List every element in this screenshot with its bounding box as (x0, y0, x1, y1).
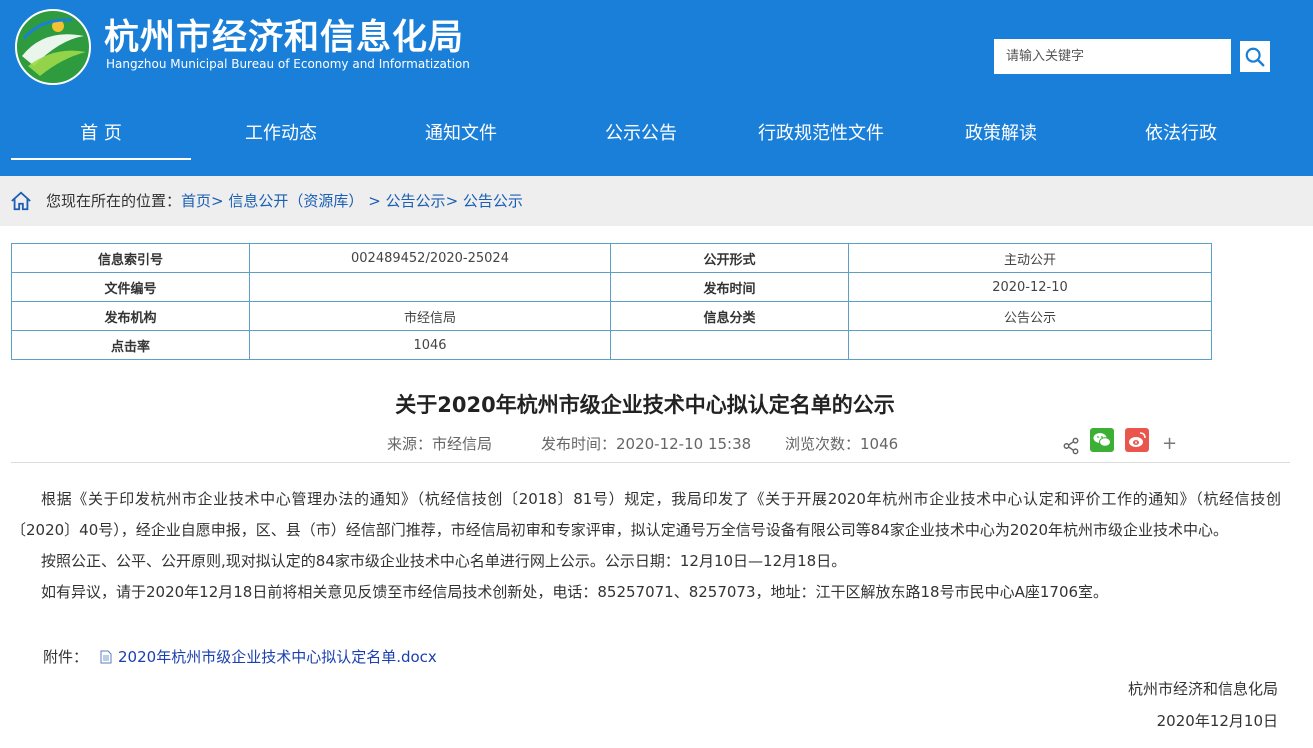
article-publish-time: 发布时间：2020-12-10 15:38 (541, 435, 752, 453)
category-label: 信息分类 (610, 301, 849, 331)
wechat-glyph (1093, 433, 1111, 447)
nav-item-notices[interactable]: 通知文件 (371, 110, 551, 162)
nav-item-law-administration[interactable]: 依法行政 (1091, 110, 1271, 162)
pub-time-label: 发布时间 (610, 272, 849, 302)
table-row: 点击率 1046 (11, 330, 1212, 360)
home-icon (11, 191, 31, 211)
nav-item-regulations[interactable]: 行政规范性文件 (731, 110, 911, 162)
search-icon (1245, 47, 1265, 66)
site-header: 杭州市经济和信息化局 Hangzhou Municipal Bureau of … (0, 0, 1313, 176)
nav-item-policy-interpretation[interactable]: 政策解读 (911, 110, 1091, 162)
signature-date: 2020年12月10日 (1156, 712, 1278, 730)
index-value: 002489452/2020-25024 (249, 243, 611, 273)
breadcrumb-link-home[interactable]: 首页 (181, 192, 211, 210)
search-input[interactable] (994, 39, 1231, 74)
doc-no-value (249, 272, 611, 302)
form-label: 公开形式 (610, 243, 849, 273)
search-button[interactable] (1236, 37, 1274, 76)
article-body: 根据《关于印发杭州市企业技术中心管理办法的通知》（杭经信技创〔2018〕81号）… (11, 484, 1281, 608)
article-views: 浏览次数：1046 (785, 435, 899, 453)
empty-cell (848, 330, 1212, 360)
attachment-link[interactable]: 2020年杭州市级企业技术中心拟认定名单.docx (118, 645, 437, 669)
breadcrumb-link-info-public[interactable]: 信息公开（资源库） (228, 192, 363, 210)
table-row: 信息索引号 002489452/2020-25024 公开形式 主动公开 (11, 243, 1212, 273)
wechat-icon[interactable] (1090, 428, 1114, 452)
weibo-glyph (1129, 432, 1146, 447)
attachment-row: 附件： 2020年杭州市级企业技术中心拟认定名单.docx (43, 645, 437, 669)
breadcrumb-link-announcements[interactable]: 公告公示 (386, 192, 446, 210)
breadcrumb-prefix: 您现在所在的位置： (46, 192, 182, 210)
search-button-frame[interactable] (1238, 39, 1272, 74)
clicks-label: 点击率 (11, 330, 250, 360)
breadcrumb-separator: > (445, 192, 459, 210)
article-title: 关于2020年杭州市级企业技术中心拟认定名单的公示 (395, 393, 895, 417)
divider (11, 462, 1290, 463)
doc-no-label: 文件编号 (11, 272, 250, 302)
site-subtitle: Hangzhou Municipal Bureau of Economy and… (106, 57, 470, 71)
signature-org: 杭州市经济和信息化局 (1127, 680, 1278, 698)
breadcrumb-separator: > (211, 192, 224, 210)
nav-item-announcements[interactable]: 公示公告 (551, 110, 731, 162)
clicks-value: 1046 (249, 330, 611, 360)
breadcrumb: 您现在所在的位置：首页> 信息公开（资源库） > 公告公示> 公告公示 (46, 190, 523, 212)
nav-item-home[interactable]: 首 页 (11, 110, 191, 162)
nav-item-work-news[interactable]: 工作动态 (191, 110, 371, 162)
org-label: 发布机构 (11, 301, 250, 331)
index-label: 信息索引号 (11, 243, 250, 273)
paragraph: 根据《关于印发杭州市企业技术中心管理办法的通知》（杭经信技创〔2018〕81号）… (11, 490, 1281, 539)
share-icon[interactable] (1062, 437, 1080, 455)
empty-cell (610, 330, 849, 360)
breadcrumb-separator: > (368, 192, 381, 210)
paragraph: 按照公正、公平、公开原则,现对拟认定的84家市级企业技术中心名单进行网上公示。公… (41, 552, 847, 570)
org-value: 市经信局 (249, 301, 611, 331)
more-share-icon[interactable]: + (1162, 433, 1177, 455)
paragraph: 如有异议，请于2020年12月18日前将相关意见反馈至市经信局技术创新处，电话：… (41, 583, 1109, 601)
hangzhou-bureau-logo[interactable] (14, 8, 92, 86)
table-row: 发布机构 市经信局 信息分类 公告公示 (11, 301, 1212, 331)
main-nav: 首 页 工作动态 通知文件 公示公告 行政规范性文件 政策解读 依法行政 (11, 110, 1301, 162)
pub-time-value: 2020-12-10 (848, 272, 1212, 302)
table-row: 文件编号 发布时间 2020-12-10 (11, 272, 1212, 302)
category-value: 公告公示 (848, 301, 1212, 331)
info-table: 信息索引号 002489452/2020-25024 公开形式 主动公开 文件编… (11, 243, 1212, 360)
document-icon (100, 650, 112, 664)
attachment-label: 附件： (43, 648, 89, 666)
form-value: 主动公开 (848, 243, 1212, 273)
site-title: 杭州市经济和信息化局 (104, 18, 465, 58)
breadcrumb-link-announcements-current[interactable]: 公告公示 (463, 192, 523, 210)
article-source: 来源：市经信局 (387, 435, 493, 453)
breadcrumb-bar: 您现在所在的位置：首页> 信息公开（资源库） > 公告公示> 公告公示 (0, 176, 1313, 226)
weibo-icon[interactable] (1125, 428, 1149, 452)
